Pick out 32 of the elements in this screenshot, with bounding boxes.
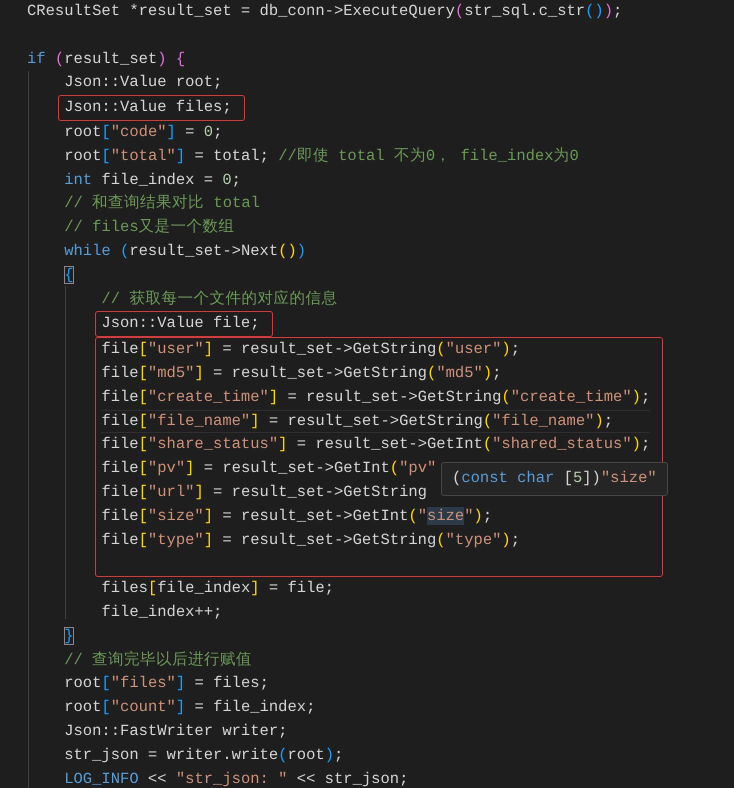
code-line: file["pv"] = result_set->GetInt("pv"	[101, 459, 436, 478]
code-line: {	[63, 266, 74, 284]
code-line: files[file_index] = file;	[100, 579, 334, 598]
code-line: // 查询完毕以后进行赋值	[63, 650, 252, 669]
code-line: // files又是一个数组	[63, 218, 235, 236]
code-line: file_index++;	[100, 602, 222, 621]
code-line: Json::FastWriter writer;	[63, 722, 288, 740]
code-line: while (result_set->Next())	[63, 242, 306, 260]
code-line: file["size"] = result_set->GetInt("size");	[101, 506, 492, 525]
hover-tooltip: (const char [5])"size"	[441, 462, 668, 496]
code-line: root["count"] = file_index;	[63, 698, 316, 716]
code-line: }	[63, 626, 74, 645]
code-line: Json::Value file;	[101, 314, 260, 332]
code-line: CResultSet *result_set = db_conn->ExecuteQuery(str_sql.c_str());	[27, 2, 622, 20]
code-line: root["code"] = 0;	[63, 122, 222, 141]
code-line: LOG_INFO << "str_json: " << str_json;	[63, 770, 408, 788]
code-line: str_json = writer.write(root);	[63, 746, 344, 764]
code-line: file["user"] = result_set->GetString("user");	[101, 340, 520, 358]
code-line: // 获取每一个文件的对应的信息	[100, 290, 338, 308]
code-line: file["url"] = result_set->GetString	[101, 482, 427, 501]
code-line: file["share_status"] = result_set->GetInt("shared_status");	[101, 435, 650, 454]
code-line: file["type"] = result_set->GetString("type");	[101, 530, 520, 549]
code-line: if (result_set) {	[27, 50, 186, 68]
code-line: file["create_time"] = result_set->GetString("create_time");	[101, 388, 650, 406]
code-line: root["files"] = files;	[63, 674, 269, 692]
code-line: Json::Value files;	[64, 98, 232, 116]
code-line: int file_index = 0;	[63, 170, 241, 189]
code-line: file["md5"] = result_set->GetString("md5");	[101, 364, 502, 382]
code-line: Json::Value root;	[63, 73, 222, 92]
code-line: file["file_name"] = result_set->GetString("file_name");	[101, 412, 614, 430]
code-line: // 和查询结果对比 total	[63, 194, 260, 212]
code-line: root["total"] = total; //即使 total 不为0， file_index为0	[63, 146, 579, 165]
